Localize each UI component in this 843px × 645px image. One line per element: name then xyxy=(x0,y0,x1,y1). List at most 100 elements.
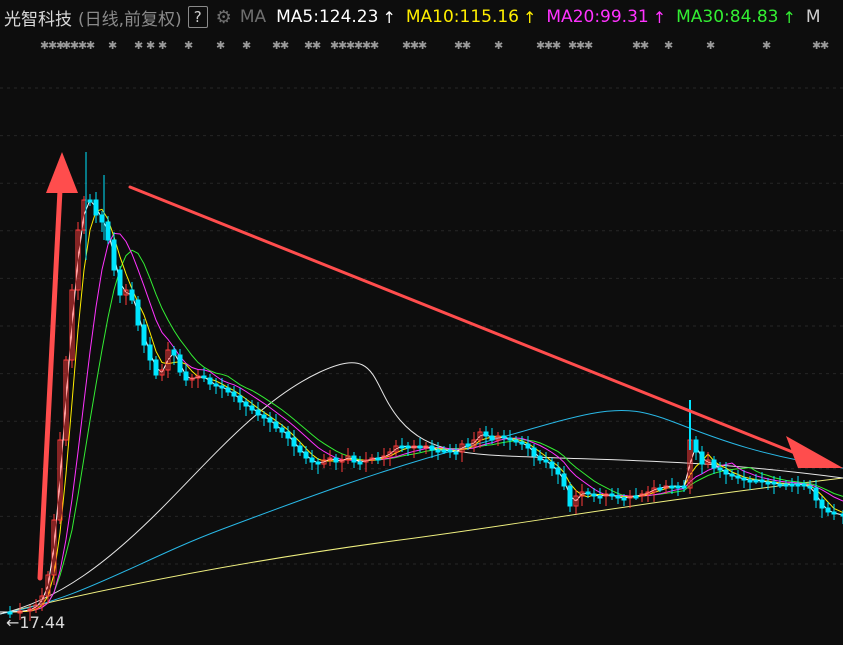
candle-body xyxy=(243,401,249,407)
candle-body xyxy=(399,445,405,449)
low-price-label: ←17.44 xyxy=(6,613,66,632)
candle-body xyxy=(693,439,699,453)
candle-body xyxy=(555,467,561,475)
arrow-up-icon: ↑ xyxy=(782,7,796,27)
event-marker-glyph[interactable]: ✱ xyxy=(216,39,225,52)
candle-body xyxy=(153,359,159,376)
candle-body xyxy=(279,427,285,433)
candle-body xyxy=(333,457,339,463)
candle-body xyxy=(453,451,459,455)
event-marker-glyph[interactable]: ✱ xyxy=(184,39,193,52)
low-price-value: 17.44 xyxy=(19,613,66,632)
ma-indicator: MA5:124.23 xyxy=(276,7,379,27)
candle-body xyxy=(303,451,309,459)
ma250-line xyxy=(0,477,843,615)
candle-body xyxy=(171,349,177,356)
candle-body xyxy=(435,449,441,453)
candle-body xyxy=(597,495,603,499)
candlestick-chart xyxy=(0,87,843,621)
event-marker-glyph[interactable]: ✱ xyxy=(280,39,289,52)
candle-body xyxy=(525,443,531,449)
candle-body xyxy=(819,499,825,509)
candle-body xyxy=(261,414,267,419)
ma60-line xyxy=(0,362,843,615)
help-button[interactable]: ? xyxy=(187,6,208,28)
candle-body xyxy=(561,473,567,487)
candle-body xyxy=(285,431,291,439)
candle-body xyxy=(723,469,729,475)
candle-body xyxy=(255,409,261,416)
candle-body xyxy=(531,447,537,457)
event-marker-glyph[interactable]: ✱ xyxy=(108,39,117,52)
candle-body xyxy=(585,491,591,495)
candle-body xyxy=(519,441,525,445)
ma5-line xyxy=(0,199,843,613)
gear-icon[interactable]: ⚙ xyxy=(216,7,232,28)
trend-arrow-up-head xyxy=(46,152,78,193)
ma-indicator: MA10:115.16 xyxy=(405,7,519,27)
event-marker-glyph[interactable]: ✱ xyxy=(664,39,673,52)
event-marker-glyph[interactable]: ✱ xyxy=(146,39,155,52)
event-marker-glyph[interactable]: ✱ xyxy=(370,39,379,52)
candle-body xyxy=(681,485,687,489)
candle-body xyxy=(465,443,471,447)
candle-body xyxy=(507,437,513,441)
candle-body xyxy=(213,383,219,387)
event-marker-glyph[interactable]: ✱ xyxy=(86,39,95,52)
candle-body xyxy=(807,485,813,489)
period-label: (日线,前复权) xyxy=(78,9,182,30)
event-marker-glyph[interactable]: ✱ xyxy=(552,39,561,52)
candle-body xyxy=(111,239,117,271)
candle-body xyxy=(657,487,663,491)
event-marker-glyph[interactable]: ✱ xyxy=(312,39,321,52)
candle-body xyxy=(549,461,555,469)
ma-indicator: MA20:99.31 xyxy=(546,7,649,27)
candle-body xyxy=(249,405,255,411)
candle-body xyxy=(513,439,519,443)
ma-indicator: MA30:84.83 xyxy=(676,7,779,27)
candle-body xyxy=(309,457,315,463)
candle-body xyxy=(543,459,549,463)
candle-body xyxy=(207,377,213,385)
event-marker-glyph[interactable]: ✱ xyxy=(242,39,251,52)
candle-body xyxy=(267,417,273,423)
candle-body xyxy=(801,483,807,487)
candle-body xyxy=(93,199,99,216)
event-marker-glyph[interactable]: ✱ xyxy=(494,39,503,52)
candle-body xyxy=(741,477,747,481)
event-marker-glyph[interactable]: ✱ xyxy=(134,39,143,52)
candle-body xyxy=(831,511,837,515)
candle-body xyxy=(129,289,135,301)
candle-body xyxy=(669,485,675,489)
candle-body xyxy=(567,485,573,507)
event-marker-glyph[interactable]: ✱ xyxy=(158,39,167,52)
ma10-line xyxy=(0,208,843,613)
event-marker-glyph[interactable]: ✱ xyxy=(584,39,593,52)
candle-body xyxy=(759,479,765,483)
candle-body xyxy=(621,497,627,501)
event-marker-glyph[interactable]: ✱ xyxy=(706,39,715,52)
event-marker-glyph[interactable]: ✱ xyxy=(640,39,649,52)
ma-toggle[interactable]: MA xyxy=(240,7,266,27)
arrow-up-icon: ↑ xyxy=(522,7,537,27)
candle-body xyxy=(357,461,363,465)
candle-body xyxy=(441,449,447,453)
ma120-line xyxy=(0,409,843,615)
candle-body xyxy=(237,395,243,403)
candle-body xyxy=(609,493,615,497)
candle-body xyxy=(351,455,357,463)
candle-body xyxy=(273,421,279,429)
candle-body xyxy=(501,435,507,439)
candle-body xyxy=(225,387,231,393)
candle-body xyxy=(87,199,93,203)
candle-body xyxy=(537,455,543,461)
candle-body xyxy=(675,485,681,489)
candle-body xyxy=(297,445,303,453)
event-marker-glyph[interactable]: ✱ xyxy=(418,39,427,52)
candle-body xyxy=(141,324,147,346)
candle-body xyxy=(795,483,801,487)
event-marker-glyph[interactable]: ✱ xyxy=(762,39,771,52)
candle-body xyxy=(291,437,297,447)
event-marker-glyph[interactable]: ✱ xyxy=(462,39,471,52)
event-marker-glyph[interactable]: ✱ xyxy=(820,39,829,52)
